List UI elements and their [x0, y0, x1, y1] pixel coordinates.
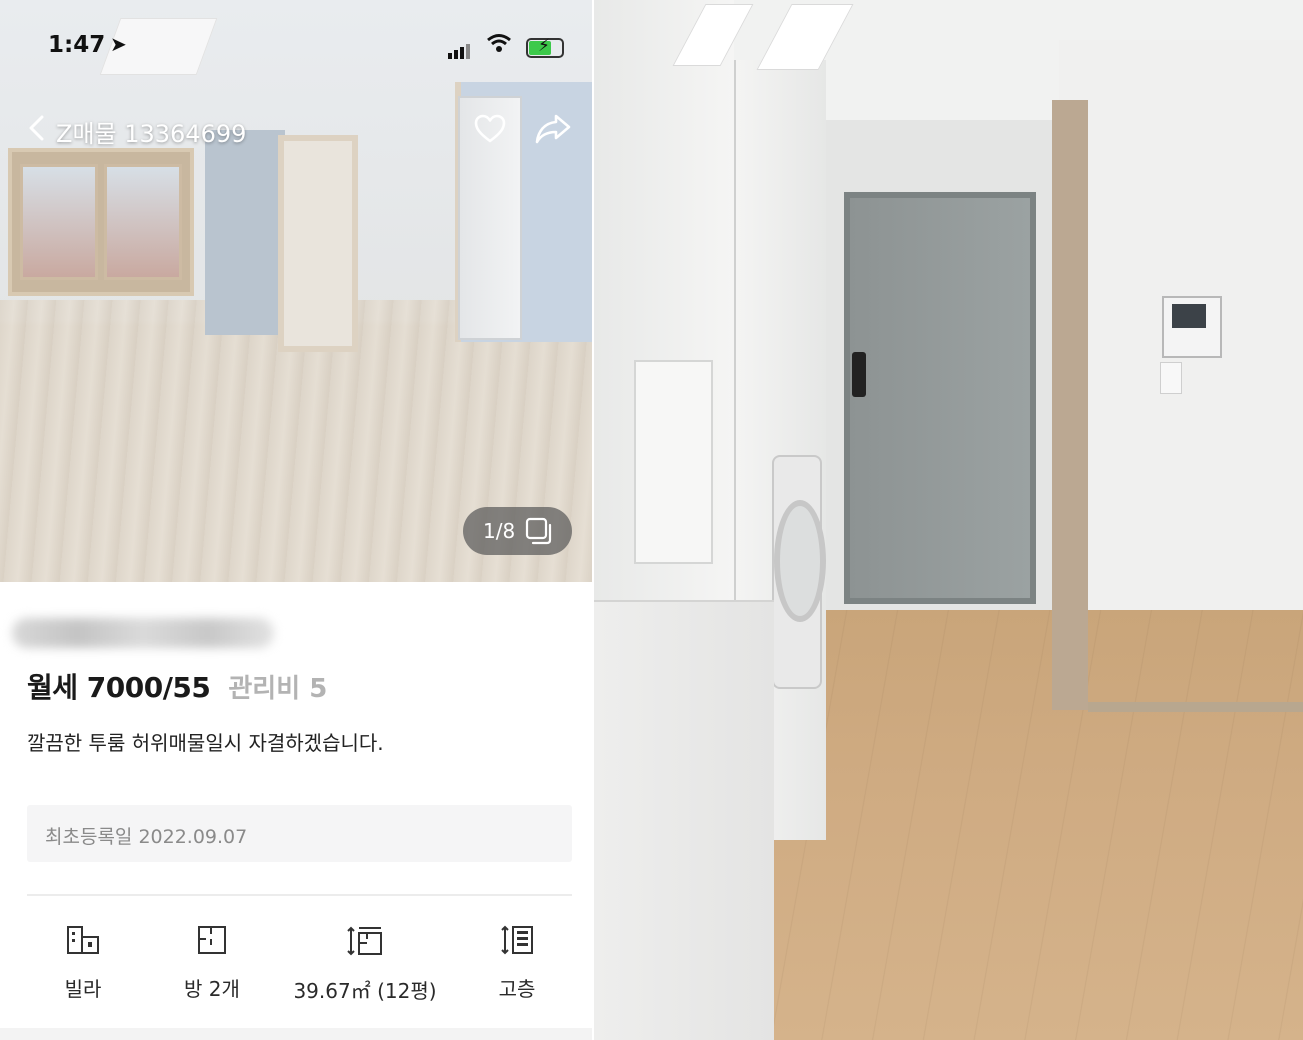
photo-counter-text: 1/8: [483, 519, 516, 543]
feature-label: 빌라: [64, 977, 102, 1001]
blurred-address: [12, 618, 274, 648]
signal-icon: [448, 40, 472, 59]
section-separator: [0, 1028, 592, 1040]
listing-photo[interactable]: [0, 0, 592, 582]
share-icon[interactable]: [534, 112, 572, 146]
price-row: 월세 7000/55 관리비 5: [27, 666, 327, 706]
photo-counter[interactable]: 1/8: [463, 507, 572, 555]
feature-label: 방 2개: [184, 977, 240, 1001]
status-bar: 1:47 ➤ ⚡: [0, 30, 592, 66]
room-icon: [198, 926, 226, 954]
feature-label: 고층: [498, 977, 536, 1001]
wall-switch: [1160, 362, 1182, 394]
feature-floor: 고층: [482, 925, 552, 1002]
heart-icon[interactable]: [473, 112, 507, 146]
monthly-rent-price: 월세 7000/55: [27, 671, 211, 704]
divider: [27, 894, 572, 896]
registration-date: 최초등록일 2022.09.07: [45, 826, 248, 848]
feature-area: 39.67㎡ (12평): [284, 925, 446, 1004]
listing-id-title: Z매물 13364699: [56, 120, 247, 148]
battery-icon: ⚡: [526, 36, 564, 58]
location-arrow-icon: ➤: [110, 32, 127, 56]
status-time: 1:47: [48, 32, 106, 58]
top-nav: Z매물 13364699: [0, 106, 592, 152]
floor-height-icon: [501, 925, 533, 955]
wifi-icon: [486, 32, 512, 59]
registration-date-box: 최초등록일 2022.09.07: [27, 805, 572, 862]
app-screenshot: 1:47 ➤ ⚡ Z매물 13364699 1/8 월세 7000/55 관리비…: [0, 0, 592, 1040]
feature-label: 39.67㎡ (12평): [293, 979, 437, 1003]
area-icon: [347, 926, 382, 956]
hallway-photo: [594, 0, 1303, 1040]
feature-rooms: 방 2개: [172, 925, 252, 1002]
building-icon: [67, 926, 99, 954]
door-lock: [852, 352, 866, 397]
maintenance-fee: 관리비 5: [228, 674, 328, 704]
listing-description: 깔끔한 투룸 허위매물일시 자결하겠습니다.: [27, 731, 384, 755]
front-door: [844, 192, 1036, 604]
gallery-icon: [525, 517, 552, 545]
chevron-left-icon[interactable]: [22, 112, 54, 144]
feature-building-type: 빌라: [52, 925, 114, 1002]
